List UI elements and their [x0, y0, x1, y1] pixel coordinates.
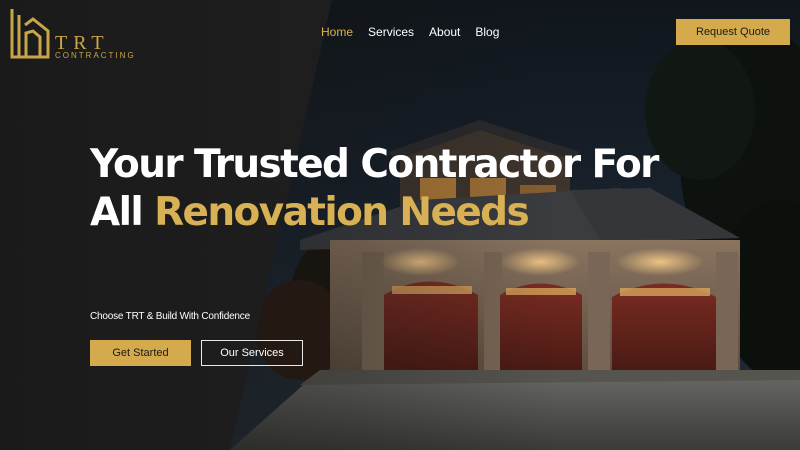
nav-item-about[interactable]: About	[429, 24, 460, 42]
get-started-button[interactable]: Get Started	[90, 340, 191, 366]
brand-title: TRT	[55, 32, 110, 54]
main-nav: Home Services About Blog	[321, 24, 499, 42]
our-services-button[interactable]: Our Services	[201, 340, 303, 366]
headline-line-2-plain: All	[90, 190, 155, 235]
hero-headline: Your Trusted Contractor For All Renovati…	[90, 141, 690, 237]
building-logo-icon	[10, 9, 50, 59]
hero-tagline: Choose TRT & Build With Confidence	[90, 311, 250, 322]
hero-section: TRT CONTRACTING Home Services About Blog…	[0, 0, 800, 450]
nav-item-services[interactable]: Services	[368, 24, 414, 42]
request-quote-button[interactable]: Request Quote	[676, 19, 790, 45]
headline-line-1: Your Trusted Contractor For	[90, 142, 659, 187]
nav-item-blog[interactable]: Blog	[475, 24, 499, 42]
nav-item-home[interactable]: Home	[321, 24, 353, 42]
brand-logo[interactable]: TRT CONTRACTING	[9, 7, 139, 61]
headline-line-2-accent: Renovation Needs	[154, 190, 530, 235]
brand-subtitle: CONTRACTING	[55, 51, 136, 60]
